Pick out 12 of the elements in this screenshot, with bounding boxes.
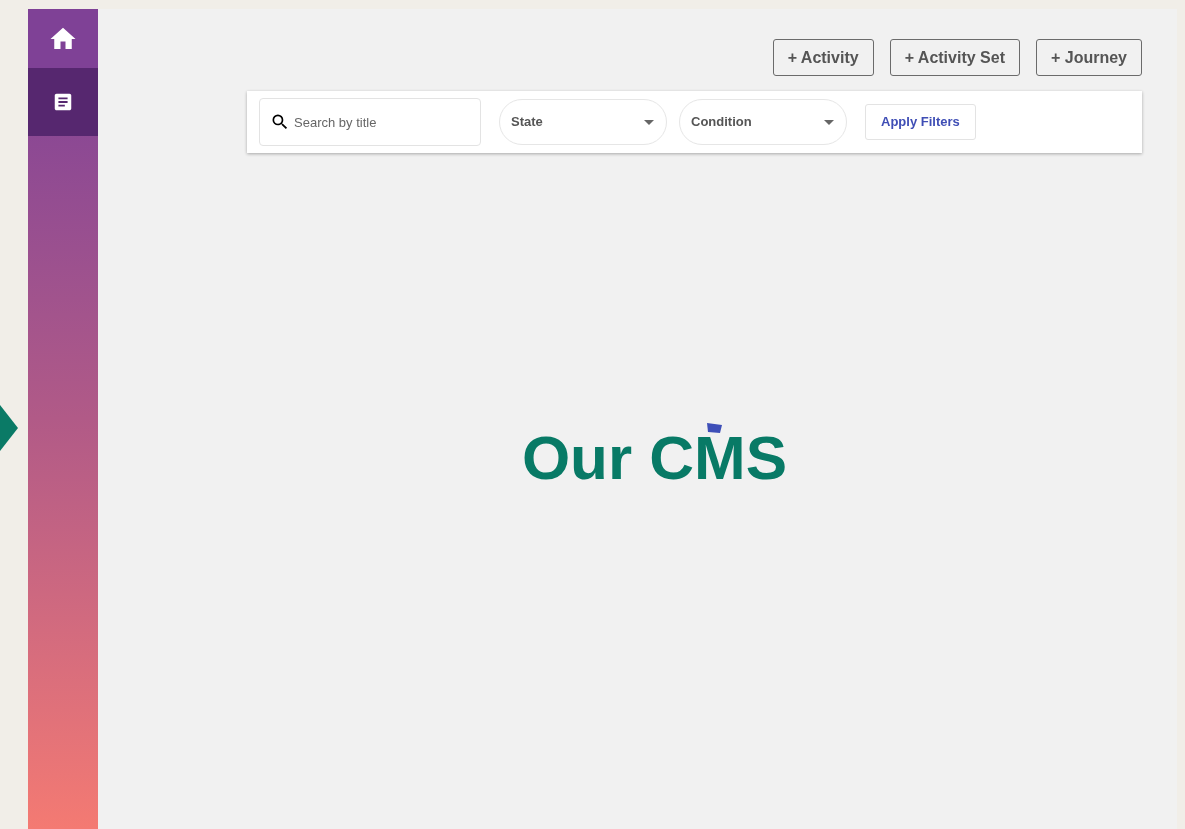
add-button[interactable]: + Activity bbox=[772, 39, 874, 76]
add-button[interactable]: + Activity Set bbox=[889, 39, 1020, 76]
search-field[interactable]: Search by title bbox=[259, 98, 481, 146]
apply-filters-button[interactable]: Apply Filters bbox=[865, 104, 976, 140]
search-icon bbox=[270, 112, 290, 132]
caret-icon bbox=[644, 119, 654, 125]
logo-mark-icon bbox=[706, 423, 722, 433]
document-icon bbox=[52, 91, 74, 113]
caret-icon bbox=[824, 119, 834, 125]
logo-text: Our CMS bbox=[521, 435, 788, 482]
sidebar-item[interactable] bbox=[28, 68, 98, 136]
add-button[interactable]: + Journey bbox=[1035, 39, 1142, 76]
